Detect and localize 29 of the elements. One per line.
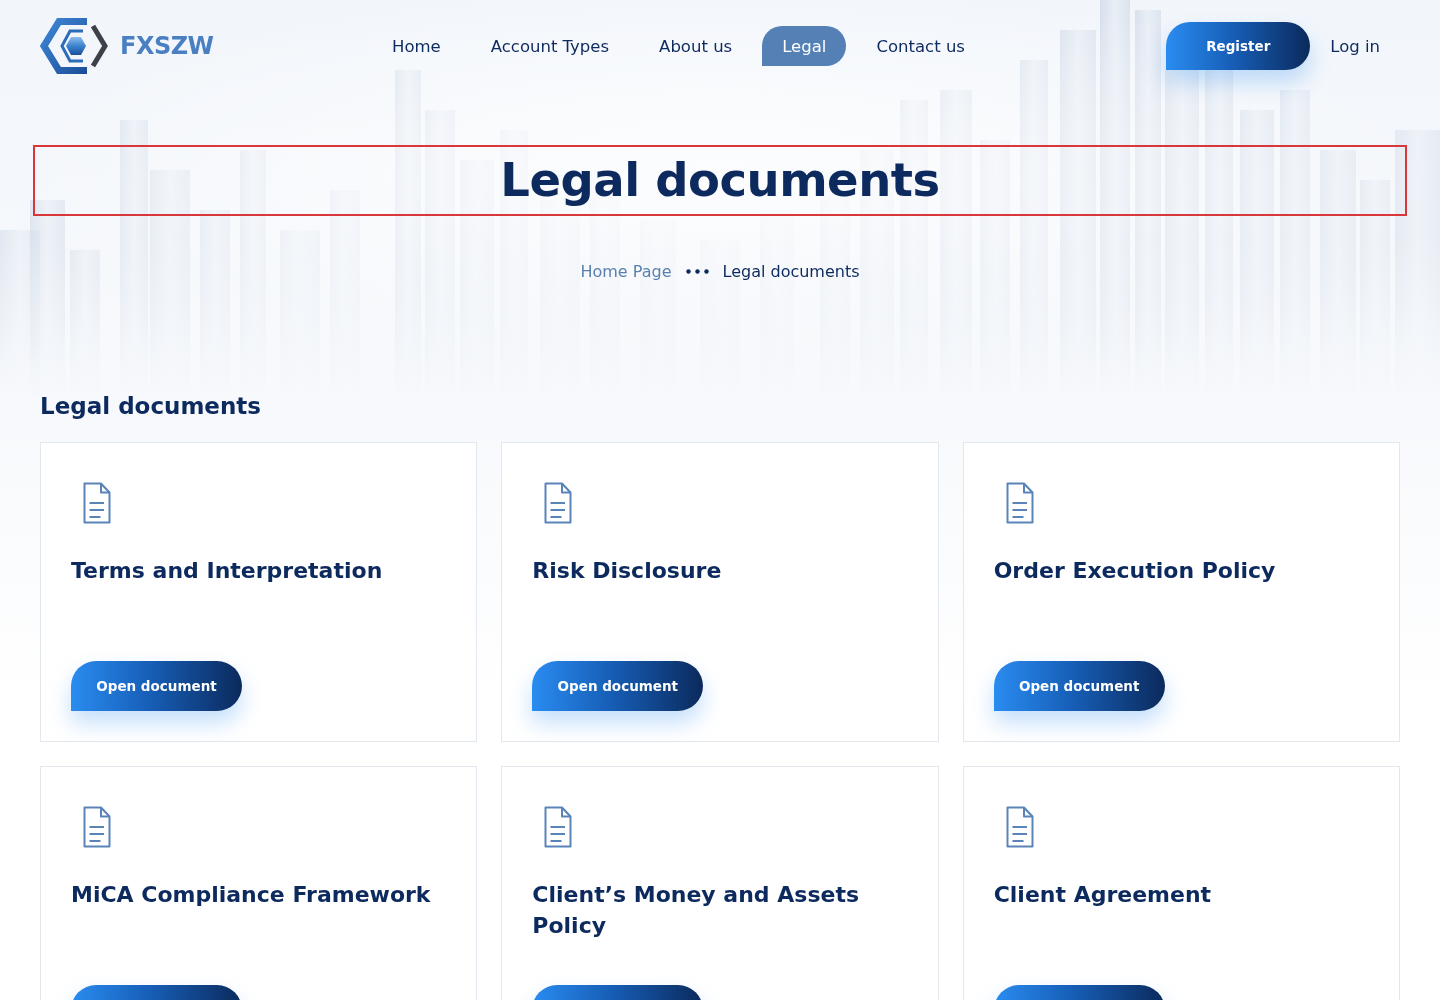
open-document-button[interactable]: Open document — [532, 661, 704, 711]
document-icon — [1005, 482, 1034, 524]
document-title: Client’s Money and Assets Policy — [532, 881, 861, 940]
nav-link[interactable]: About us — [639, 26, 753, 66]
nav-link[interactable]: Account Types — [470, 26, 630, 66]
document-title: Terms and Interpretation — [71, 557, 383, 585]
document-icon — [1005, 806, 1034, 848]
open-document-button[interactable]: Open document — [993, 661, 1165, 711]
document-icon — [83, 482, 111, 524]
nav-link[interactable]: Legal — [762, 26, 847, 66]
open-document-button[interactable]: Open document — [71, 661, 242, 711]
document-title: Client Agreement — [993, 881, 1212, 909]
document-icon — [544, 806, 573, 848]
nav-link[interactable]: Contact us — [856, 26, 985, 66]
document-title: Risk Disclosure — [532, 557, 722, 585]
current-page-text: Legal documents — [722, 261, 860, 281]
logo-wordmark[interactable]: FXSZW — [120, 32, 214, 60]
home-link[interactable]: Home Page — [580, 261, 672, 281]
login-link[interactable]: Log in — [1330, 36, 1380, 56]
ellipsis-icon — [685, 268, 709, 274]
document-icon — [83, 806, 111, 848]
section-heading: Legal documents — [40, 392, 263, 421]
logo-icon — [40, 17, 110, 75]
page-title: Legal documents — [500, 154, 940, 207]
document-icon — [544, 482, 573, 524]
register-button[interactable]: Register — [1166, 22, 1311, 70]
document-title: Order Execution Policy — [993, 557, 1276, 585]
nav-link[interactable]: Home — [372, 26, 461, 66]
document-title: MiCA Compliance Framework — [71, 881, 431, 909]
